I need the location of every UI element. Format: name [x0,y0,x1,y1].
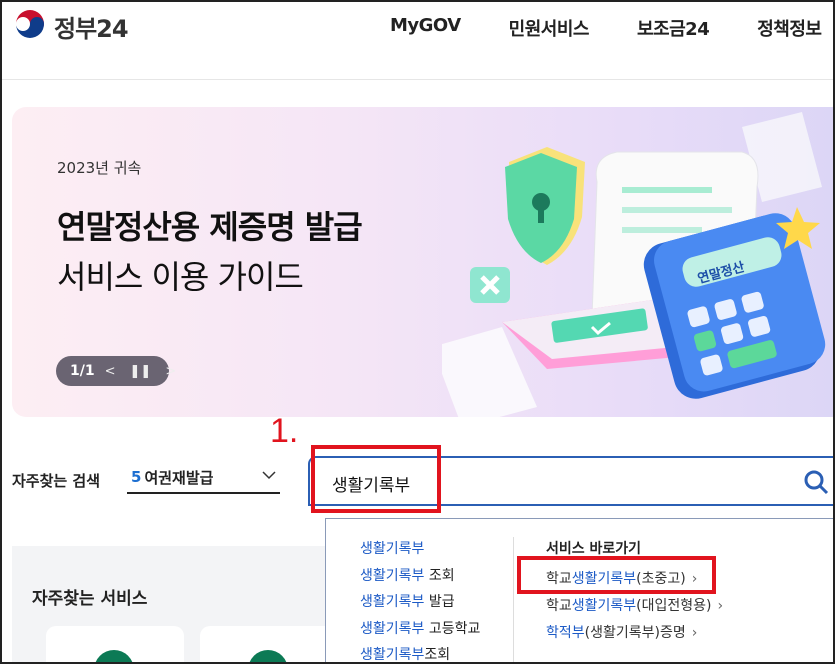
chevron-right-icon: › [717,598,724,614]
shortcut-suffix: (대입전형용) [636,598,712,614]
service-icon [94,650,134,664]
shortcut-highlight: 학적부 [546,625,585,641]
suggestion-item[interactable]: 생활기록부 발급 [360,591,480,618]
suggestion-list: 생활기록부 생활기록부 조회 생활기록부 발급 생활기록부 고등학교 생활기록부… [360,538,480,664]
nav-item-civil-service[interactable]: 민원서비스 [509,15,590,41]
banner-illustration: 연말정산 [442,112,826,417]
banner-title: 연말정산용 제증명 발급 [57,208,363,246]
service-card[interactable] [46,626,184,664]
chevron-right-icon: › [691,625,698,641]
chevron-down-icon [262,471,276,480]
service-icon [248,650,288,664]
banner-counter: 1/1 [70,363,95,379]
taegeuk-logo-icon [13,9,47,43]
site-header: 정부24 MyGOV 민원서비스 보조금24 정책정보 [0,0,835,80]
shortcut-item-school-record-admission[interactable]: 학교생활기록부(대입전형용) › [546,595,723,622]
main-banner[interactable]: 2023년 귀속 연말정산용 제증명 발급 서비스 이용 가이드 1/1 < ❚… [12,107,835,417]
suggestion-highlight: 생활기록부 [360,594,425,610]
dropdown-divider [513,537,514,664]
banner-subtitle: 서비스 이용 가이드 [57,258,304,296]
frequent-search-rank-dropdown[interactable]: 5 여권재발급 [127,462,280,494]
nav-item-mygov[interactable]: MyGOV [390,15,461,41]
site-logo[interactable]: 정부24 [12,8,129,44]
global-nav: MyGOV 민원서비스 보조금24 정책정보 [390,15,835,41]
nav-item-policy[interactable]: 정책정보 [757,15,822,41]
shortcut-highlight: 생활기록부 [571,598,637,614]
shortcut-suffix: (생활기록부)증명 [584,625,686,641]
suggestion-highlight: 생활기록부 [360,620,425,637]
highlight-box-shortcut [517,556,716,594]
step-annotation: 1. [270,412,299,450]
suggestion-item[interactable]: 생활기록부 [360,538,480,565]
search-icon[interactable] [803,469,829,495]
chevron-right-icon[interactable]: > [165,364,176,379]
shortcut-prefix: 학교 [546,598,572,614]
suggestion-rest: 발급 [424,594,455,610]
suggestion-item[interactable]: 생활기록부 고등학교 [360,618,480,645]
nav-item-subsidy[interactable]: 보조금24 [637,15,710,41]
rank-number: 5 [131,468,142,486]
banner-controls: 1/1 < ❚❚ > [56,356,176,386]
suggestion-highlight: 생활기록부 [360,647,425,663]
suggestion-rest: 조회 [424,647,451,663]
logo-text: 정부24 [54,14,129,43]
pause-icon[interactable]: ❚❚ [130,364,152,379]
suggestion-item[interactable]: 생활기록부 조회 [360,565,480,592]
rank-term: 여권재발급 [144,468,214,487]
suggestion-item[interactable]: 생활기록부조회 [360,644,480,664]
banner-year: 2023년 귀속 [57,159,142,177]
suggestion-highlight: 생활기록부 [360,541,425,557]
frequent-services-heading: 자주찾는 서비스 [32,589,148,609]
shortcut-item-academic-record[interactable]: 학적부(생활기록부)증명 › [546,622,723,649]
suggestion-rest: 조회 [424,567,455,584]
chevron-left-icon[interactable]: < [105,364,116,379]
suggestion-highlight: 생활기록부 [360,567,425,584]
highlight-box-search [311,445,441,513]
service-card[interactable] [200,626,338,664]
suggestion-rest: 고등학교 [424,620,481,637]
frequent-search-label: 자주찾는 검색 [12,472,101,490]
